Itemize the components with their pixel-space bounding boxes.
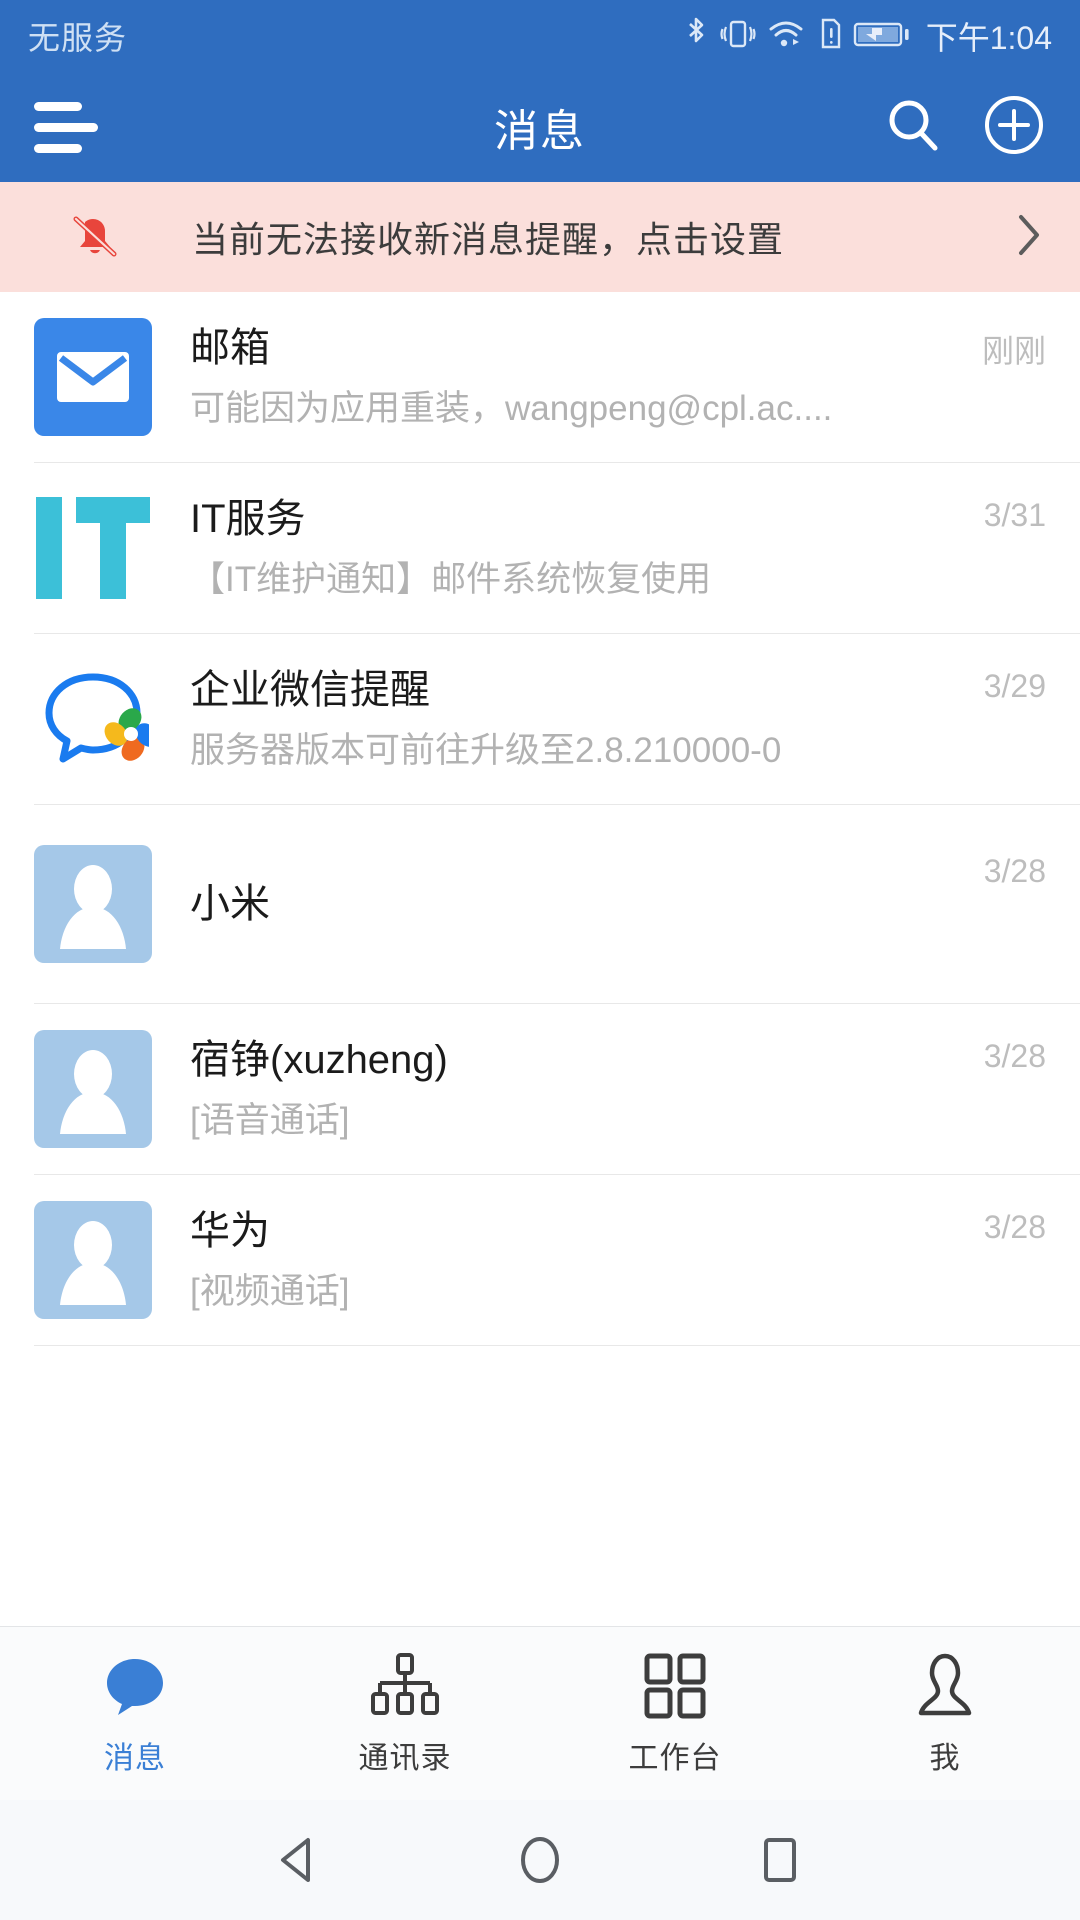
conversation-row-wecom-notice[interactable]: 企业微信提醒 服务器版本可前往升级至2.8.210000-0 3/29 — [0, 634, 1080, 804]
battery-charging-icon — [853, 15, 911, 58]
grid-squares-icon — [640, 1651, 710, 1721]
banner-text: 当前无法接收新消息提醒，点击设置 — [192, 219, 785, 260]
carrier-label: 无服务 — [28, 20, 128, 56]
status-bar: 无服务 下午1:04 — [0, 0, 1080, 72]
conversation-preview: 服务器版本可前往升级至2.8.210000-0 — [190, 731, 782, 771]
conversation-time: 3/28 — [983, 1038, 1046, 1074]
vibrate-icon — [718, 15, 758, 58]
conversation-row-mail[interactable]: 邮箱 可能因为应用重装，wangpeng@cpl.ac.... 刚刚 — [0, 292, 1080, 462]
conversation-name: 华为 — [190, 1209, 270, 1254]
it-logo-icon — [36, 497, 150, 599]
org-tree-icon — [369, 1651, 441, 1721]
app-bar-actions — [882, 93, 1046, 162]
conversation-list[interactable]: 邮箱 可能因为应用重装，wangpeng@cpl.ac.... 刚刚 IT服务 — [0, 292, 1080, 1626]
conversation-row-xuzheng[interactable]: 宿铮(xuzheng) [语音通话] 3/28 — [0, 1004, 1080, 1174]
recents-square-icon[interactable] — [720, 1800, 840, 1920]
conversation-preview: [语音通话] — [190, 1101, 350, 1141]
person-avatar-icon — [60, 865, 126, 949]
tab-label: 消息 — [104, 1741, 166, 1775]
plus-circle-icon[interactable] — [982, 93, 1046, 162]
envelope-icon — [57, 352, 129, 402]
tab-label: 工作台 — [628, 1741, 722, 1775]
conversation-row-huawei[interactable]: 华为 [视频通话] 3/28 — [0, 1175, 1080, 1345]
chevron-right-icon — [1012, 209, 1046, 266]
tab-label: 我 — [929, 1741, 961, 1775]
android-navigation-bar — [0, 1800, 1080, 1920]
home-circle-icon[interactable] — [480, 1800, 600, 1920]
status-icons: 下午1:04 — [683, 13, 1052, 59]
conversation-time: 3/29 — [983, 668, 1046, 704]
conversation-row-it-service[interactable]: IT服务 【IT维护通知】邮件系统恢复使用 3/31 — [0, 463, 1080, 633]
tab-me[interactable]: 我 — [810, 1627, 1080, 1800]
person-icon — [910, 1651, 980, 1721]
app-root: 无服务 下午1:04 消息 当前无法接收新消息提醒，点击设置 邮箱 可能因为应用… — [0, 0, 1080, 1920]
search-icon[interactable] — [882, 94, 944, 161]
conversation-text: IT服务 【IT维护通知】邮件系统恢复使用 — [190, 494, 984, 602]
sim-alert-icon — [818, 15, 844, 58]
conversation-name: 邮箱 — [190, 326, 270, 371]
bottom-tab-bar: 消息 通讯录 工作台 我 — [0, 1626, 1080, 1800]
conversation-time: 3/31 — [983, 497, 1046, 533]
tab-messages[interactable]: 消息 — [0, 1627, 270, 1800]
avatar — [34, 318, 152, 436]
tab-workbench[interactable]: 工作台 — [540, 1627, 810, 1800]
conversation-name: 小米 — [190, 882, 270, 926]
conversation-time: 刚刚 — [981, 333, 1046, 369]
conversation-preview: 【IT维护通知】邮件系统恢复使用 — [190, 560, 712, 600]
conversation-preview: [视频通话] — [190, 1272, 350, 1312]
conversation-row-xiaomi[interactable]: 小米 3/28 — [0, 805, 1080, 1003]
notification-disabled-banner[interactable]: 当前无法接收新消息提醒，点击设置 — [0, 182, 1080, 292]
avatar — [34, 1030, 152, 1148]
avatar — [34, 1201, 152, 1319]
app-bar: 消息 — [0, 72, 1080, 182]
person-avatar-icon — [60, 1050, 126, 1134]
hamburger-menu-icon[interactable] — [34, 101, 98, 153]
conversation-text: 企业微信提醒 服务器版本可前往升级至2.8.210000-0 — [190, 665, 984, 773]
conversation-text: 华为 [视频通话] — [190, 1206, 984, 1314]
bluetooth-icon — [683, 15, 709, 58]
wecom-logo-icon — [45, 673, 149, 763]
avatar — [34, 660, 152, 778]
conversation-preview: 可能因为应用重装，wangpeng@cpl.ac.... — [190, 389, 833, 429]
list-divider — [34, 1345, 1080, 1346]
chat-bubble-icon — [100, 1651, 170, 1721]
conversation-name: 企业微信提醒 — [190, 668, 430, 713]
conversation-text: 小米 — [190, 879, 984, 929]
bell-off-icon — [62, 202, 128, 273]
conversation-text: 邮箱 可能因为应用重装，wangpeng@cpl.ac.... — [190, 323, 982, 431]
conversation-time: 3/28 — [983, 1209, 1046, 1245]
tab-contacts[interactable]: 通讯录 — [270, 1627, 540, 1800]
avatar — [34, 845, 152, 963]
clock-label: 下午1:04 — [925, 20, 1052, 56]
conversation-name: IT服务 — [190, 497, 306, 542]
avatar — [34, 489, 152, 607]
person-avatar-icon — [60, 1221, 126, 1305]
tab-label: 通讯录 — [358, 1741, 452, 1775]
conversation-text: 宿铮(xuzheng) [语音通话] — [190, 1035, 984, 1143]
back-triangle-icon[interactable] — [240, 1800, 360, 1920]
conversation-name: 宿铮(xuzheng) — [190, 1038, 448, 1083]
wifi-icon — [767, 15, 809, 58]
conversation-time: 3/28 — [983, 853, 1046, 889]
